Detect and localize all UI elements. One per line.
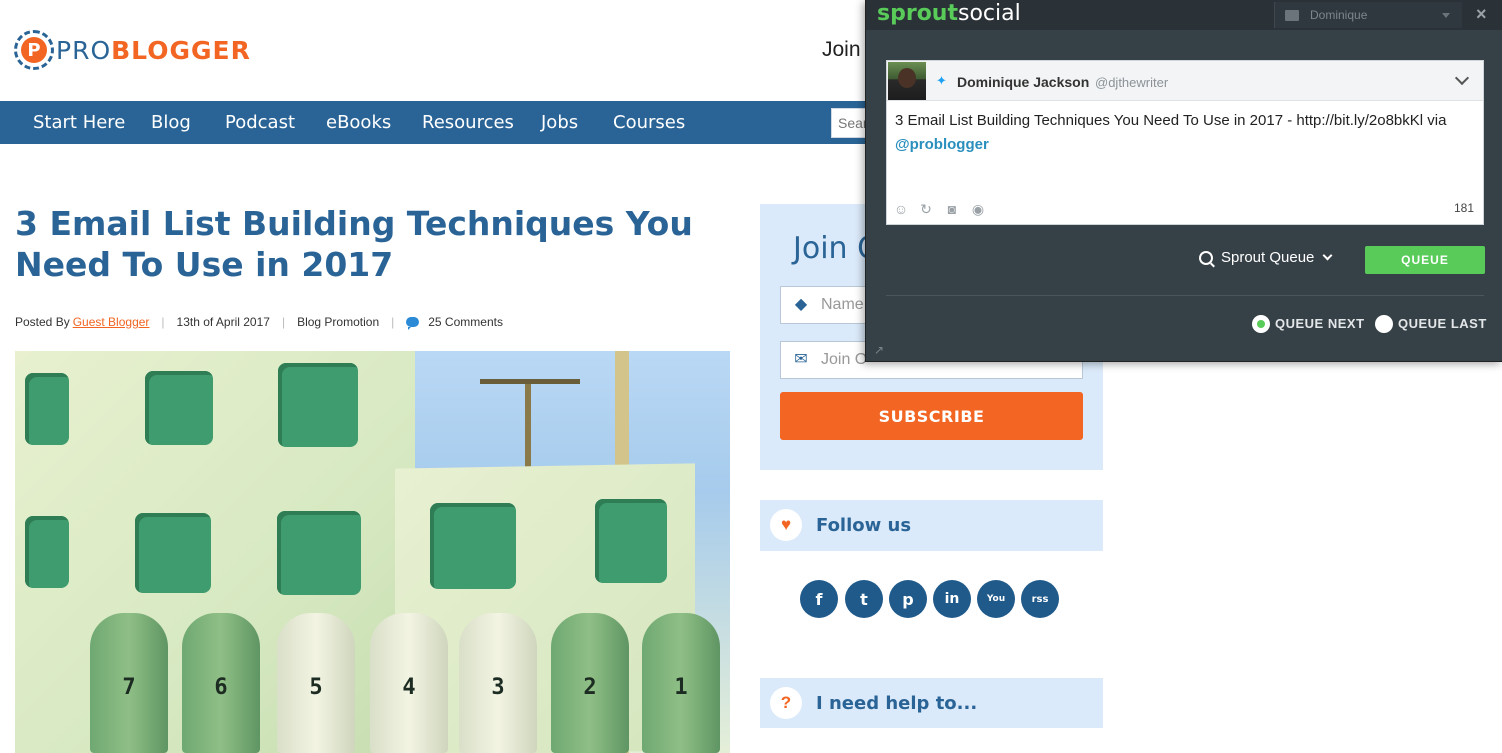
account-selector[interactable]: ✦ Dominique Jackson @djthewriter: [887, 61, 1483, 101]
nav-item-courses[interactable]: Courses: [613, 112, 685, 133]
profile-selector[interactable]: Dominique: [1274, 2, 1462, 28]
comments-link[interactable]: 25 Comments: [428, 315, 503, 329]
author-link[interactable]: Guest Blogger: [73, 315, 150, 329]
rss-icon[interactable]: rss: [1021, 580, 1059, 618]
hero-window: [430, 503, 516, 589]
nav-item-resources[interactable]: Resources: [422, 112, 514, 133]
close-button[interactable]: ×: [1476, 4, 1487, 25]
nav-item-blog[interactable]: Blog: [151, 112, 191, 133]
meta-separator: |: [161, 315, 165, 329]
nav-item-podcast[interactable]: Podcast: [225, 112, 295, 133]
hero-window: [135, 513, 211, 593]
sprout-titlebar: sproutsocial Dominique ×: [866, 0, 1502, 30]
mailbox: 1: [642, 613, 720, 753]
avatar: [888, 62, 926, 100]
twitter-bird-icon: ✦: [936, 73, 947, 88]
hero-window: [277, 511, 361, 595]
linkedin-icon[interactable]: in: [933, 580, 971, 618]
posted-by-label: Posted By: [15, 315, 70, 329]
article-meta: Posted By Guest Blogger | 13th of April …: [15, 315, 503, 330]
nav-item-jobs[interactable]: Jobs: [541, 112, 578, 133]
header-join-link[interactable]: Join: [822, 38, 861, 62]
hero-window: [145, 371, 213, 445]
mailbox: 3: [459, 613, 537, 753]
account-name: Dominique Jackson: [957, 74, 1090, 90]
divider: [886, 295, 1484, 296]
twitter-icon[interactable]: t: [845, 580, 883, 618]
meta-separator: |: [391, 315, 395, 329]
expand-icon[interactable]: ↗: [874, 344, 884, 356]
hero-window: [595, 499, 667, 583]
nav-item-start-here[interactable]: Start Here: [33, 112, 125, 133]
sprout-social-popup: sproutsocial Dominique × ✦ Dominique Jac…: [865, 0, 1502, 362]
folder-icon: [1285, 10, 1299, 21]
mailbox: 6: [182, 613, 260, 753]
hero-window: [25, 373, 69, 445]
comment-icon: [406, 317, 420, 330]
queue-last-label[interactable]: QUEUE LAST: [1398, 316, 1487, 331]
chevron-down-icon: [1322, 250, 1333, 261]
mailbox: 5: [277, 613, 355, 753]
sprout-logo: sproutsocial: [877, 1, 1021, 26]
subscribe-button[interactable]: SUBSCRIBE: [780, 392, 1083, 440]
podcast-icon[interactable]: p: [889, 580, 927, 618]
meta-separator: |: [281, 315, 286, 329]
emoji-icon[interactable]: ☺: [893, 201, 909, 217]
chevron-down-icon: [1442, 13, 1450, 18]
queue-last-radio[interactable]: [1375, 315, 1393, 333]
queue-next-label[interactable]: QUEUE NEXT: [1275, 316, 1365, 331]
email-field-placeholder: Join O: [821, 351, 868, 368]
tweet-composer: ✦ Dominique Jackson @djthewriter 3 Email…: [886, 60, 1484, 225]
post-date: 13th of April 2017: [176, 315, 270, 329]
help-title: I need help to...: [816, 693, 978, 714]
queue-next-radio[interactable]: [1252, 315, 1270, 333]
account-handle: @djthewriter: [1095, 75, 1169, 90]
logo-mark-icon: P: [14, 30, 54, 70]
hero-crossbar: [480, 379, 580, 384]
mailbox: 4: [370, 613, 448, 753]
mailbox: 2: [551, 613, 629, 753]
refresh-icon[interactable]: ↻: [918, 201, 934, 217]
hero-window: [25, 516, 69, 588]
youtube-icon[interactable]: You: [977, 580, 1015, 618]
camera-icon[interactable]: ◙: [944, 201, 960, 217]
envelope-icon: ✉: [794, 351, 808, 368]
facebook-icon[interactable]: f: [800, 580, 838, 618]
article-title: 3 Email List Building Techniques You Nee…: [15, 204, 693, 284]
hero-window: [278, 363, 358, 447]
logo-text-pro: PRO: [56, 35, 112, 65]
queue-selector-label: Sprout Queue: [1221, 249, 1315, 266]
character-count: 181: [1454, 201, 1475, 215]
nav-item-ebooks[interactable]: eBooks: [326, 112, 391, 133]
problogger-logo[interactable]: P PRO BLOGGER: [14, 30, 251, 70]
name-field-placeholder: Name: [821, 296, 864, 313]
sprout-queue-icon: [1199, 250, 1213, 265]
preview-eye-icon[interactable]: ◉: [970, 201, 986, 217]
queue-selector[interactable]: Sprout Queue: [1199, 249, 1333, 266]
mention-link: @problogger: [895, 136, 989, 153]
heart-icon: ♥: [770, 509, 802, 541]
tag-icon: ◆: [794, 296, 808, 313]
follow-us-title: Follow us: [816, 515, 912, 536]
follow-us-header: ♥ Follow us: [760, 500, 1103, 551]
queue-button[interactable]: QUEUE: [1365, 246, 1485, 274]
mailbox: 7: [90, 613, 168, 753]
help-header: ? I need help to...: [760, 678, 1103, 728]
category-link[interactable]: Blog Promotion: [297, 315, 379, 329]
tweet-textarea[interactable]: 3 Email List Building Techniques You Nee…: [895, 109, 1480, 157]
question-icon: ?: [770, 687, 802, 719]
profile-selector-value: Dominique: [1310, 8, 1368, 22]
chevron-down-icon[interactable]: [1454, 70, 1470, 86]
article-hero-image: 7 6 5 4 3 2 1: [15, 351, 730, 753]
logo-text-blogger: BLOGGER: [111, 35, 251, 65]
